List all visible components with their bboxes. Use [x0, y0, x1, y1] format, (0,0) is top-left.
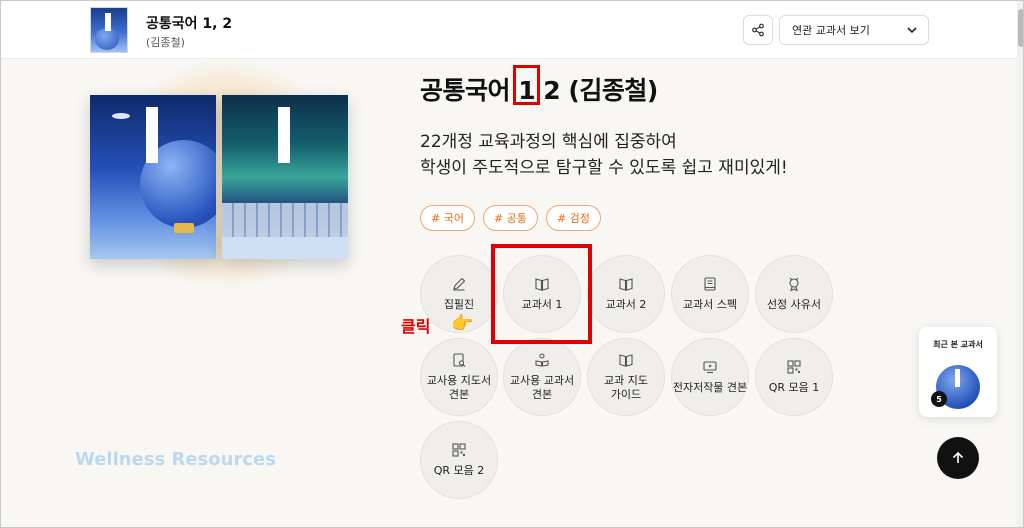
tile-label: QR 모음 1: [768, 381, 820, 394]
textbook-cover-2[interactable]: [222, 95, 348, 259]
header-title: 공통국어 1, 2: [146, 16, 233, 32]
page-frame: 공통국어 1, 2 (김종철) 연관 교과서 보기 Wellness Resou…: [0, 0, 1024, 528]
tile-label: 교과서 스펙: [682, 298, 738, 311]
book-description: 22개정 교육과정의 핵심에 집중하여 학생이 주도적으로 탐구할 수 있도록 …: [420, 129, 788, 181]
thumbnail-planet: [95, 28, 119, 50]
pointing-hand-icon: 👉: [451, 313, 474, 334]
textbook-cover-1[interactable]: [90, 95, 216, 259]
tag-authorized[interactable]: # 검정: [545, 205, 601, 231]
page-scrollbar[interactable]: [1017, 1, 1023, 527]
tile-label: 집필진: [443, 298, 475, 311]
thumbnail-spine: [955, 369, 960, 387]
tile-digital-material-sample[interactable]: 전자저작물 견본: [671, 338, 749, 416]
tile-teacher-guide-sample[interactable]: 교사용 지도서 견본: [420, 338, 498, 416]
tile-selection-reason[interactable]: 선정 사유서: [755, 255, 833, 333]
arrow-up-icon: [952, 451, 964, 463]
tile-teaching-guide[interactable]: 교과 지도 가이드: [587, 338, 665, 416]
thumbnail-spine: [105, 13, 111, 31]
scrollbar-thumb[interactable]: [1018, 9, 1023, 47]
watermark-text: Wellness Resources: [75, 449, 276, 470]
teacher-book-icon: [535, 353, 549, 367]
tile-textbook-2[interactable]: 교과서 2: [587, 255, 665, 333]
tile-label: QR 모음 2: [433, 464, 485, 477]
share-button[interactable]: [743, 15, 773, 45]
description-line-2: 학생이 주도적으로 탐구할 수 있도록 쉽고 재미있게!: [420, 158, 788, 178]
tile-label: 교사용 지도서 견본: [426, 374, 492, 401]
boat-illustration: [174, 223, 194, 233]
description-line-1: 22개정 교육과정의 핵심에 집중하여: [420, 132, 677, 152]
guide-book-icon: [453, 353, 466, 367]
qr-icon: [787, 360, 801, 374]
click-highlight-box: [491, 244, 592, 344]
tile-label: 교과서 2: [605, 298, 647, 311]
tile-teacher-textbook-sample[interactable]: 교사용 교과서 견본: [503, 338, 581, 416]
chevron-down-icon: [907, 27, 917, 34]
header-book-thumbnail[interactable]: [90, 7, 128, 53]
header-subtitle: (김종철): [146, 36, 185, 49]
book-icon: [704, 277, 716, 291]
top-header: 공통국어 1, 2 (김종철) 연관 교과서 보기: [1, 1, 1017, 59]
related-textbook-select[interactable]: 연관 교과서 보기: [779, 15, 929, 45]
tag-list: # 국어 # 공통 # 검정: [420, 205, 601, 231]
tile-qr-collection-2[interactable]: QR 모음 2: [420, 421, 498, 499]
ufo-illustration: [112, 113, 130, 119]
cover-base: [222, 237, 348, 259]
book-open-icon: [619, 354, 633, 367]
monitor-icon: [703, 361, 717, 374]
related-select-value: 연관 교과서 보기: [792, 24, 870, 37]
recent-textbooks-widget[interactable]: 최근 본 교과서 5: [919, 327, 997, 417]
cover-title-strip: [146, 107, 158, 163]
pen-icon: [453, 277, 466, 291]
click-annotation-label: 클릭: [401, 317, 431, 336]
title-highlight-box: [513, 65, 540, 105]
qr-icon: [452, 443, 466, 457]
recent-count-badge: 5: [931, 391, 947, 407]
keyboard-illustration: [222, 203, 348, 239]
award-icon: [789, 277, 799, 292]
book-open-icon: [619, 278, 633, 291]
tag-common[interactable]: # 공통: [482, 205, 538, 231]
share-icon: [752, 23, 764, 37]
tile-label: 교과 지도 가이드: [604, 374, 648, 401]
cover-title-strip: [278, 107, 290, 163]
scroll-to-top-button[interactable]: [937, 437, 979, 479]
recent-widget-title: 최근 본 교과서: [933, 340, 983, 349]
tile-textbook-spec[interactable]: 교과서 스펙: [671, 255, 749, 333]
tile-label: 교사용 교과서 견본: [509, 374, 575, 401]
tile-label: 선정 사유서: [766, 298, 822, 311]
tag-korean[interactable]: # 국어: [420, 205, 475, 231]
tile-label: 전자저작물 견본: [672, 381, 748, 394]
tile-qr-collection-1[interactable]: QR 모음 1: [755, 338, 833, 416]
